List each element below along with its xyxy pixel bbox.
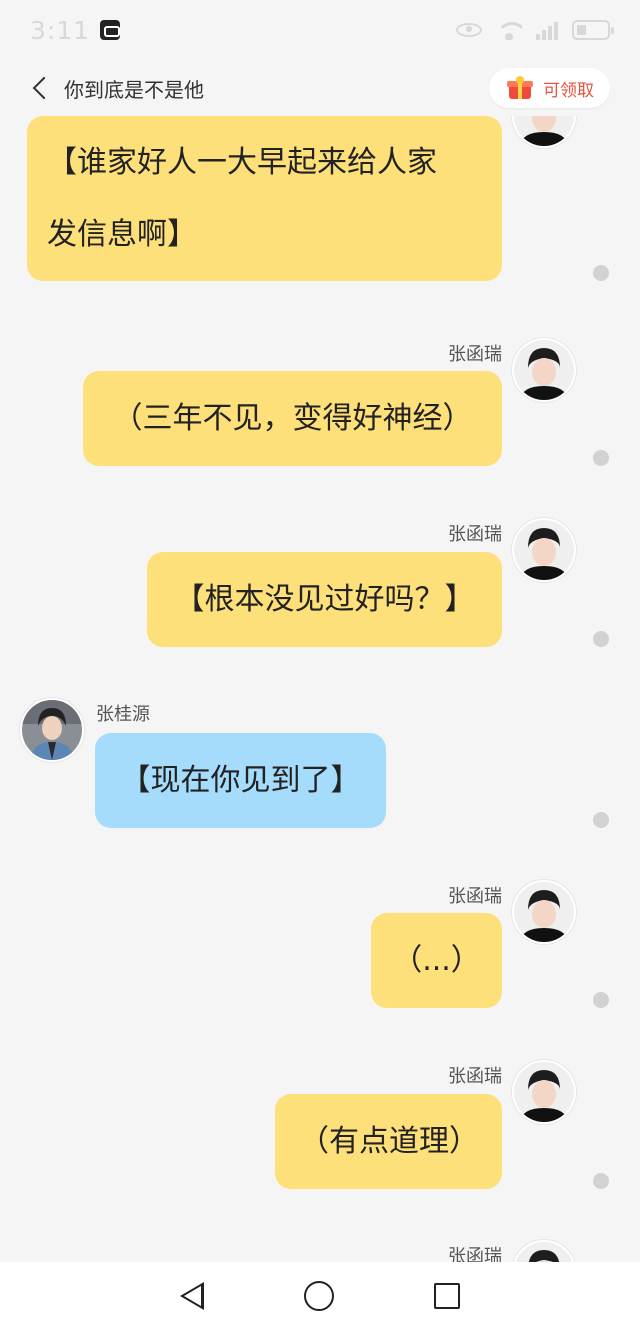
message-item: 张函瑞 （有点道理） (0, 1058, 640, 1218)
sender-name: 张函瑞 (448, 344, 502, 365)
chevron-left-icon[interactable] (32, 76, 56, 100)
message-text-line: 【谁家好人一大早起来给人家 (47, 144, 437, 180)
avatar[interactable] (512, 116, 576, 148)
message-text: （...） (392, 942, 481, 978)
gift-icon (507, 76, 533, 100)
avatar[interactable] (512, 518, 576, 582)
message-bubble[interactable]: （...） (371, 913, 502, 1008)
home-circle-icon[interactable] (304, 1281, 334, 1311)
sender-name: 张函瑞 (448, 1246, 502, 1262)
status-bar: 3:11 (0, 0, 640, 60)
message-bubble[interactable]: （有点道理） (275, 1094, 502, 1189)
app-notification-icon (100, 20, 121, 40)
read-status-dot (593, 631, 609, 647)
eye-icon (456, 23, 482, 37)
message-bubble[interactable]: 【根本没见过好吗？】 (147, 552, 502, 647)
message-item: 张函瑞 【根本没见过好吗？】 (0, 516, 640, 676)
message-item: 张函瑞 （...） (0, 878, 640, 1038)
message-bubble[interactable]: 【现在你见到了】 (95, 733, 386, 828)
status-icons (456, 20, 614, 40)
read-status-dot (593, 450, 609, 466)
avatar[interactable] (512, 338, 576, 402)
wifi-icon (496, 20, 522, 40)
read-status-dot (593, 1173, 609, 1189)
sender-name: 张函瑞 (448, 1066, 502, 1087)
back-triangle-icon[interactable] (180, 1282, 204, 1310)
read-status-dot (593, 812, 609, 828)
chat-header: 你到底是不是他 可领取 (0, 60, 640, 116)
message-item: 张桂源 【现在你见到了】 (0, 696, 640, 856)
message-bubble[interactable]: 【谁家好人一大早起来给人家 发信息啊】 (27, 116, 502, 281)
message-text: 【现在你见到了】 (120, 762, 361, 798)
claim-reward-button[interactable]: 可领取 (489, 68, 610, 108)
read-status-dot (593, 992, 609, 1008)
sender-name: 张桂源 (96, 704, 150, 725)
message-item: 【谁家好人一大早起来给人家 发信息啊】 (0, 116, 640, 296)
message-text: （有点道理） (299, 1123, 479, 1159)
signal-icon (536, 20, 558, 40)
sender-name: 张函瑞 (448, 886, 502, 907)
message-text-line: 发信息啊】 (47, 216, 197, 252)
status-time: 3:11 (30, 15, 91, 45)
read-status-dot (593, 265, 609, 281)
message-list[interactable]: 【谁家好人一大早起来给人家 发信息啊】 张函瑞 （三年不见，变得好神经） 张函瑞… (0, 116, 640, 1262)
avatar[interactable] (512, 880, 576, 944)
message-text: 【根本没见过好吗？】 (174, 581, 475, 617)
message-item: 张函瑞 (0, 1238, 640, 1262)
avatar[interactable] (512, 1060, 576, 1124)
message-text: （三年不见，变得好神经） (112, 400, 473, 436)
recents-square-icon[interactable] (434, 1283, 460, 1309)
sender-name: 张函瑞 (448, 524, 502, 545)
chat-title: 你到底是不是他 (64, 77, 204, 102)
claim-label: 可领取 (543, 80, 594, 101)
message-item: 张函瑞 （三年不见，变得好神经） (0, 336, 640, 496)
battery-icon (572, 20, 614, 40)
system-nav-bar (0, 1262, 640, 1330)
message-bubble[interactable]: （三年不见，变得好神经） (83, 371, 502, 466)
avatar[interactable] (512, 1240, 576, 1262)
avatar[interactable] (20, 698, 84, 762)
